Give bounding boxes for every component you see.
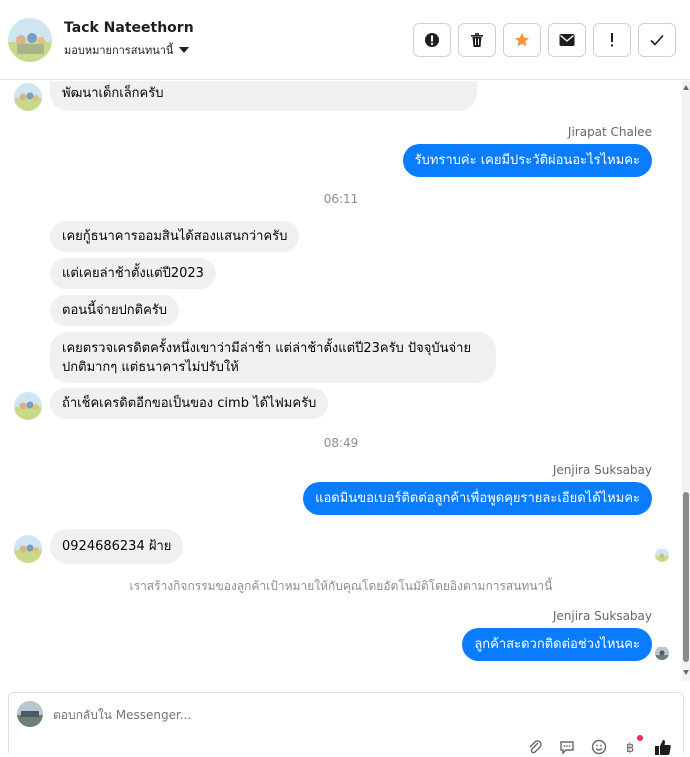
- message-bubble-incoming[interactable]: ตอนนี้จ่ายปกติครับ: [50, 295, 180, 326]
- spam-button[interactable]: [413, 23, 451, 57]
- page-avatar: [17, 701, 43, 727]
- timestamp: 06:11: [323, 192, 359, 206]
- done-button[interactable]: [638, 23, 676, 57]
- delete-button[interactable]: [458, 23, 496, 57]
- emoji-icon[interactable]: [589, 737, 609, 757]
- baht-icon[interactable]: ฿: [621, 735, 643, 757]
- thumbs-up-icon[interactable]: [653, 737, 673, 757]
- star-button[interactable]: [503, 23, 541, 57]
- check-icon: [650, 34, 664, 46]
- message-text: แอดมินขอเบอร์ติดต่อลูกค้าเพื่อพูดคุยรายล…: [315, 491, 640, 506]
- message-text: พัฒนาเด็กเล็กครับ: [62, 86, 164, 101]
- sender-name: Jenjira Suksabay: [552, 609, 652, 623]
- message-text: ถ้าเช็คเครดิตอีกขอเป็นของ cimb ได้ไฟมครั…: [62, 396, 317, 411]
- mark-unread-button[interactable]: [548, 23, 586, 57]
- star-icon: [515, 33, 529, 47]
- envelope-icon: [559, 34, 575, 46]
- message-bubble-incoming[interactable]: เคยตรวจเครดิตครั้งหนึ่งเขาว่ามีล่าช้า แต…: [50, 332, 496, 383]
- message-text: รับทราบค่ะ เคยมีประวัติผ่อนอะไรไหมคะ: [414, 153, 640, 168]
- message-bubble-outgoing[interactable]: แอดมินขอเบอร์ติดต่อลูกค้าเพื่อพูดคุยรายล…: [303, 482, 652, 515]
- automation-notice: เราสร้างกิจกรรมของลูกค้าเป้าหมายให้กับคุ…: [129, 579, 553, 593]
- assign-conversation-dropdown[interactable]: มอบหมายการสนทนานี้: [64, 41, 190, 59]
- sender-name: Jenjira Suksabay: [552, 463, 652, 477]
- paperclip-icon[interactable]: [525, 737, 545, 757]
- scrollbar-thumb[interactable]: [683, 492, 689, 662]
- scroll-down-arrow-icon[interactable]: [683, 670, 689, 675]
- contact-avatar-small: [14, 535, 42, 563]
- message-text: 0924686234 ฝ้าย: [62, 539, 172, 554]
- sender-name: Jirapat Chalee: [567, 125, 652, 139]
- contact-avatar-small: [14, 83, 42, 111]
- message-text: เคยกู้ธนาคารออมสินได้สองแสนกว่าครับ: [62, 229, 288, 244]
- message-bubble-incoming[interactable]: 0924686234 ฝ้าย: [50, 529, 184, 564]
- composer-toolbar: ฿: [525, 735, 673, 757]
- assign-conversation-label: มอบหมายการสนทนานี้: [64, 44, 174, 57]
- chat-bubble-icon[interactable]: [557, 737, 577, 757]
- alert-circle-icon: [425, 33, 439, 47]
- exclamation-icon: [611, 33, 613, 47]
- seen-avatar: [655, 548, 669, 562]
- notification-dot: [637, 735, 643, 741]
- conversation-header: Tack Nateethorn มอบหมายการสนทนานี้: [0, 0, 690, 80]
- message-text: แต่เคยล่าช้าตั้งแต่ปี2023: [62, 266, 204, 281]
- message-thread: พัฒนาเด็กเล็กครับ Jirapat Chalee รับทราบ…: [0, 81, 682, 681]
- message-bubble-incoming[interactable]: แต่เคยล่าช้าตั้งแต่ปี2023: [50, 258, 216, 289]
- caret-down-icon: [179, 47, 190, 53]
- scroll-up-arrow-icon[interactable]: [683, 85, 689, 90]
- contact-avatar-small: [14, 392, 42, 420]
- message-text: ลูกค้าสะดวกติดต่อช่วงไหนคะ: [474, 637, 640, 652]
- message-text: ตอนนี้จ่ายปกติครับ: [62, 303, 168, 318]
- message-text: เคยตรวจเครดิตครั้งหนึ่งเขาว่ามีล่าช้า แต…: [62, 341, 472, 356]
- reply-input[interactable]: [53, 708, 453, 722]
- contact-name[interactable]: Tack Nateethorn: [64, 20, 194, 36]
- trash-icon: [471, 33, 483, 47]
- contact-avatar[interactable]: [8, 18, 52, 62]
- message-bubble-incoming[interactable]: พัฒนาเด็กเล็กครับ: [50, 81, 477, 111]
- seen-avatar: [655, 646, 669, 660]
- message-text-line2: ปกติมากๆ แต่ธนาคารไม่ปรับให้: [62, 360, 239, 375]
- message-bubble-outgoing[interactable]: ลูกค้าสะดวกติดต่อช่วงไหนคะ: [462, 628, 652, 661]
- reply-composer: ฿: [8, 692, 684, 755]
- message-bubble-incoming[interactable]: เคยกู้ธนาคารออมสินได้สองแสนกว่าครับ: [50, 221, 300, 252]
- message-bubble-outgoing[interactable]: รับทราบค่ะ เคยมีประวัติผ่อนอะไรไหมคะ: [402, 144, 652, 177]
- timestamp: 08:49: [323, 436, 359, 450]
- follow-up-button[interactable]: [593, 23, 631, 57]
- header-actions: [413, 23, 676, 57]
- message-bubble-incoming[interactable]: ถ้าเช็คเครดิตอีกขอเป็นของ cimb ได้ไฟมครั…: [50, 388, 329, 419]
